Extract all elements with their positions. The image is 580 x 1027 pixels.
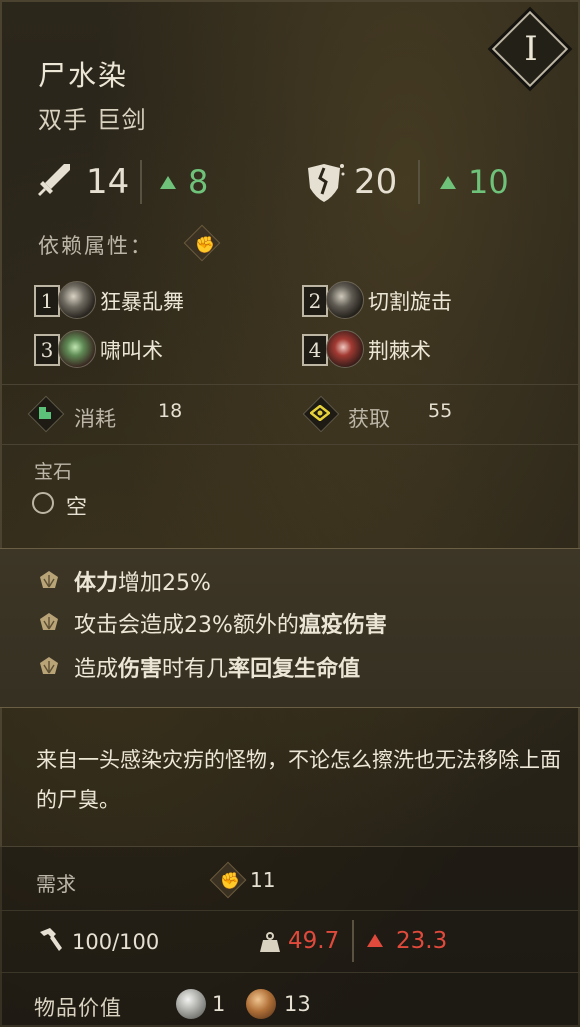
- dependency-label: 依赖属性：: [38, 234, 153, 258]
- requirement-penalty-value: 23.3: [396, 928, 448, 954]
- stat-divider: [352, 920, 354, 962]
- item-tooltip-card: 尸水染 双手 巨剑 I 14 8 20 10 依赖属性： ✊ 1 狂暴乱舞 2 …: [0, 0, 580, 1027]
- gain-value: 55: [428, 400, 453, 422]
- item-level-badge: I: [491, 10, 569, 88]
- divider: [0, 972, 580, 973]
- attack-value: 14: [86, 162, 130, 202]
- stat-divider: [418, 160, 420, 204]
- stagger-bonus: 10: [468, 163, 509, 201]
- divider: [0, 384, 580, 385]
- attack-bonus: 8: [188, 163, 209, 201]
- skill-howl-icon: [58, 330, 96, 368]
- item-value-label: 物品价值: [34, 996, 122, 1020]
- silver-value: 1: [212, 992, 226, 1016]
- skill-thorns-icon: [326, 330, 364, 368]
- gem-value: 空: [66, 495, 87, 519]
- divider: [0, 910, 580, 911]
- perk-shell-icon: [40, 657, 58, 674]
- upgrade-triangle-icon: [440, 176, 456, 189]
- perk-shell-icon: [40, 571, 58, 588]
- strength-arm-icon[interactable]: ✊: [183, 224, 221, 262]
- sword-icon: [34, 160, 74, 200]
- skill-berserk-icon: [58, 281, 96, 319]
- item-type: 双手 巨剑: [38, 106, 147, 134]
- skill-slot-1[interactable]: 1 狂暴乱舞: [34, 281, 254, 319]
- skill-spin-slash-icon: [326, 281, 364, 319]
- consume-label: 消耗: [74, 407, 116, 431]
- upgrade-triangle-icon: [160, 176, 176, 189]
- copper-value: 13: [284, 992, 311, 1016]
- gem-label: 宝石: [34, 461, 73, 483]
- item-description: 来自一头感染灾疠的怪物，不论怎么擦洗也无法移除上面的尸臭。: [36, 748, 561, 812]
- strength-arm-icon: ✊: [207, 859, 247, 899]
- gain-focus-icon: [301, 394, 340, 433]
- weight-value: 49.7: [288, 928, 340, 954]
- stagger-value: 20: [354, 162, 398, 202]
- divider: [0, 444, 580, 445]
- divider: [0, 846, 580, 847]
- gem-slot-empty-icon[interactable]: [32, 492, 54, 514]
- copper-coin-icon: [246, 989, 276, 1019]
- skill-slot-3[interactable]: 3 啸叫术: [34, 330, 254, 368]
- item-name: 尸水染: [38, 59, 129, 92]
- consume-value: 18: [158, 400, 183, 422]
- weight-icon: [258, 930, 282, 954]
- item-level: I: [524, 29, 538, 69]
- perk-1: 体力增加25%: [38, 565, 558, 596]
- silver-coin-icon: [176, 989, 206, 1019]
- hammer-icon: [36, 926, 64, 954]
- perk-2: 攻击会造成23%额外的瘟疫伤害: [38, 607, 558, 638]
- consume-stamina-icon: [26, 394, 65, 433]
- shattered-shield-icon: [302, 160, 346, 206]
- penalty-triangle-icon: [367, 934, 383, 947]
- requirements-label: 需求: [36, 872, 76, 896]
- durability-value: 100/100: [72, 930, 160, 954]
- perk-3: 造成伤害时有几率回复生命值: [38, 651, 558, 682]
- requirements-value: 11: [250, 868, 276, 892]
- perk-shell-icon: [40, 613, 58, 630]
- skill-slot-4[interactable]: 4 荆棘术: [302, 330, 522, 368]
- skill-slot-2[interactable]: 2 切割旋击: [302, 281, 522, 319]
- stat-divider: [140, 160, 142, 204]
- gain-label: 获取: [348, 407, 390, 431]
